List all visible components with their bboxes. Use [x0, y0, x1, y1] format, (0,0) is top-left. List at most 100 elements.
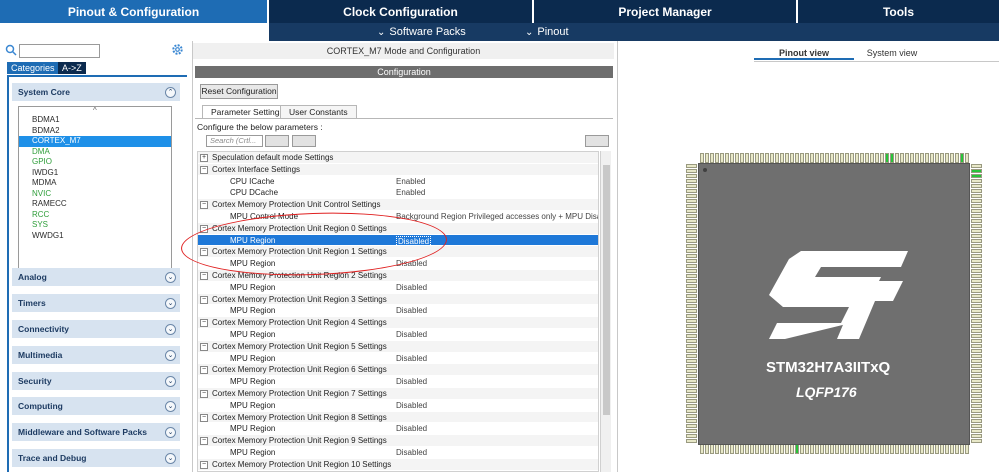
chip-pin[interactable] — [925, 444, 929, 454]
chip-pin[interactable] — [686, 199, 697, 203]
chip-pin[interactable] — [745, 153, 749, 163]
chip-pin[interactable] — [686, 214, 697, 218]
chip-pin[interactable] — [686, 339, 697, 343]
chip-pin[interactable] — [780, 444, 784, 454]
chip-pin[interactable] — [890, 153, 894, 163]
collapse-icon[interactable]: − — [200, 437, 208, 446]
chip-pin[interactable] — [686, 384, 697, 388]
chip-pin[interactable] — [971, 304, 982, 308]
chip-pin[interactable] — [935, 444, 939, 454]
chip-pin[interactable] — [971, 279, 982, 283]
chip-pin[interactable] — [905, 153, 909, 163]
chip-pin[interactable] — [840, 444, 844, 454]
chip-pin[interactable] — [971, 229, 982, 233]
chip-pin[interactable] — [686, 314, 697, 318]
collapse-icon[interactable]: − — [200, 342, 208, 351]
collapse-icon[interactable]: − — [200, 460, 208, 469]
param-row[interactable]: MPU Control Mode Background Region Privil… — [198, 211, 598, 223]
chip-pin[interactable] — [686, 289, 697, 293]
param-row[interactable]: MPU Region Disabled — [198, 376, 598, 388]
chip-pin[interactable] — [971, 234, 982, 238]
chip-pin[interactable] — [880, 153, 884, 163]
chip-pin[interactable] — [686, 424, 697, 428]
param-row[interactable]: MPU Region Disabled — [198, 423, 598, 436]
chip-pin[interactable] — [686, 364, 697, 368]
chip-pin[interactable] — [686, 324, 697, 328]
chip-pin[interactable] — [800, 153, 804, 163]
collapse-icon[interactable]: − — [200, 366, 208, 375]
tab-pinout-view[interactable]: Pinout view — [754, 46, 854, 60]
category-search-input[interactable] — [19, 44, 100, 58]
chip-pin[interactable] — [971, 329, 982, 333]
group-row[interactable]: − Cortex Memory Protection Unit Region 8 … — [198, 411, 598, 424]
chip-pin[interactable] — [971, 259, 982, 263]
chip-pin[interactable] — [775, 153, 779, 163]
chip-pin[interactable] — [805, 153, 809, 163]
chip-pin[interactable] — [686, 209, 697, 213]
chip-pin[interactable] — [710, 153, 714, 163]
chip-pin[interactable] — [795, 153, 799, 163]
chip-pin[interactable] — [971, 179, 982, 183]
chip-pin[interactable] — [686, 224, 697, 228]
scrollbar-thumb[interactable] — [603, 165, 610, 415]
collapse-icon[interactable]: − — [200, 389, 208, 398]
chip-pin[interactable] — [971, 294, 982, 298]
param-value[interactable]: Background Region Privileged accesses on… — [396, 211, 598, 223]
software-packs-menu[interactable]: ⌄ Software Packs — [377, 26, 466, 38]
chip-pin[interactable] — [945, 444, 949, 454]
chip-pin[interactable] — [686, 399, 697, 403]
chip-pin[interactable] — [686, 304, 697, 308]
list-item-sys[interactable]: SYS — [19, 220, 171, 231]
vertical-scrollbar[interactable] — [600, 151, 611, 472]
list-item-bdma2[interactable]: BDMA2 — [19, 126, 171, 137]
chip-pin[interactable] — [971, 284, 982, 288]
chip-pin[interactable] — [860, 153, 864, 163]
chip-pin[interactable] — [705, 444, 709, 454]
collapse-icon[interactable]: − — [200, 271, 208, 280]
chip-pin[interactable] — [686, 239, 697, 243]
param-value[interactable]: Disabled — [396, 400, 427, 412]
group-row[interactable]: − Cortex Memory Protection Unit Region 5 … — [198, 340, 598, 353]
chip-pin[interactable] — [850, 153, 854, 163]
chip-pin[interactable] — [686, 334, 697, 338]
chip-pin[interactable] — [971, 194, 982, 198]
chip-pin[interactable] — [705, 153, 709, 163]
chip-pin[interactable] — [971, 169, 982, 173]
chip-pin[interactable] — [775, 444, 779, 454]
chip-pin[interactable] — [920, 153, 924, 163]
tab-tools[interactable]: Tools — [798, 0, 999, 23]
chip-pin[interactable] — [971, 364, 982, 368]
list-item-gpio[interactable]: GPIO — [19, 157, 171, 168]
chip-pin[interactable] — [820, 153, 824, 163]
chip-pin[interactable] — [795, 444, 799, 454]
chip-pin[interactable] — [935, 153, 939, 163]
chip-pin[interactable] — [686, 419, 697, 423]
collapse-icon[interactable]: − — [200, 201, 208, 210]
param-value[interactable]: Disabled — [396, 376, 427, 388]
tab-system-view[interactable]: System view — [862, 46, 922, 60]
chip-pin[interactable] — [686, 414, 697, 418]
chip-pin[interactable] — [785, 444, 789, 454]
chip-pin[interactable] — [765, 153, 769, 163]
chip-pin[interactable] — [686, 294, 697, 298]
chip-pin[interactable] — [870, 153, 874, 163]
chip-pin[interactable] — [971, 219, 982, 223]
group-row[interactable]: − Cortex Memory Protection Unit Region 6 … — [198, 364, 598, 377]
chip-pin[interactable] — [940, 153, 944, 163]
chip-pin[interactable] — [686, 194, 697, 198]
section-system-core[interactable]: System Core ⌃ — [12, 83, 180, 101]
chip-pin[interactable] — [745, 444, 749, 454]
chip-pin[interactable] — [765, 444, 769, 454]
param-row[interactable]: MPU Region Disabled — [198, 234, 598, 247]
chip-pin[interactable] — [686, 369, 697, 373]
chip-pin[interactable] — [686, 279, 697, 283]
chip-pin[interactable] — [810, 444, 814, 454]
param-value[interactable]: Disabled — [396, 329, 427, 341]
search-prev-button[interactable] — [265, 135, 289, 147]
chip-pin[interactable] — [971, 289, 982, 293]
param-value[interactable]: Disabled — [396, 447, 427, 459]
chip-pin[interactable] — [825, 153, 829, 163]
chip-pin[interactable] — [790, 444, 794, 454]
chip-pin[interactable] — [686, 349, 697, 353]
chip-pin[interactable] — [735, 444, 739, 454]
